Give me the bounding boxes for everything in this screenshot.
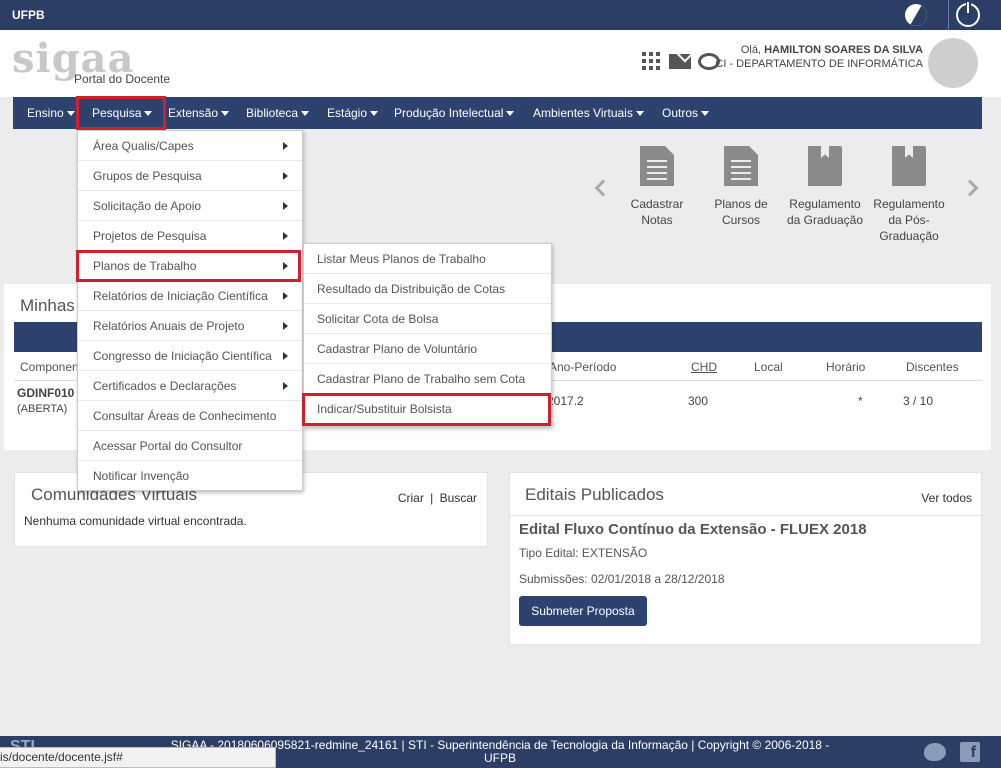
browser-status-bar: is/docente/docente.jsf#: [0, 747, 276, 768]
nav-ensino[interactable]: Ensino: [27, 97, 75, 129]
user-department: CI - DEPARTAMENTO DE INFORMÁTICA: [715, 58, 923, 70]
menu-item-certificados[interactable]: Certificados e Declarações: [78, 371, 302, 401]
menu-item-solicitacao-de-apoio[interactable]: Solicitação de Apoio: [78, 191, 302, 221]
nav-ambientes-virtuais[interactable]: Ambientes Virtuais: [533, 97, 644, 129]
menu-item-consultar-areas[interactable]: Consultar Áreas de Conhecimento: [78, 401, 302, 431]
quick-regulamento-pos-graduacao[interactable]: Regulamento da Pós- Graduação: [869, 146, 949, 244]
turma-discentes: 3 / 10: [903, 394, 934, 408]
col-ano-periodo: Ano-Período: [549, 360, 617, 374]
facebook-icon[interactable]: f: [960, 742, 980, 762]
submenu-item-resultado-distribuicao[interactable]: Resultado da Distribuição de Cotas: [304, 274, 551, 304]
col-discentes: Discentes: [906, 360, 959, 374]
caret-down-icon: [301, 111, 310, 117]
user-greeting: Olá, HAMILTON SOARES DA SILVA CI - DEPAR…: [715, 43, 923, 71]
panel-title: Minhas: [20, 296, 75, 315]
menu-item-congresso-iniciacao[interactable]: Congresso de Iniciação Científica: [78, 341, 302, 371]
top-bar: UFPB: [0, 0, 1001, 30]
document-icon: [724, 146, 758, 186]
menu-item-area-qualis[interactable]: Área Qualis/Capes: [78, 131, 302, 161]
turma-horario: *: [858, 394, 863, 408]
col-horario: Horário: [826, 360, 866, 374]
chevron-right-icon: [283, 172, 288, 180]
col-local: Local: [754, 360, 783, 374]
pesquisa-dropdown: Área Qualis/Capes Grupos de Pesquisa Sol…: [77, 130, 303, 491]
ver-todos-link[interactable]: Ver todos: [921, 491, 972, 505]
avatar[interactable]: [928, 38, 978, 88]
topbar-divider: [948, 0, 949, 30]
document-icon: [640, 146, 674, 186]
chevron-right-icon: [283, 142, 288, 150]
nav-outros[interactable]: Outros: [662, 97, 710, 129]
menu-item-relatorios-anuais[interactable]: Relatórios Anuais de Projeto: [78, 311, 302, 341]
empty-message: Nenhuma comunidade virtual encontrada.: [24, 514, 247, 528]
nav-extensao[interactable]: Extensão: [168, 97, 230, 129]
quick-planos-de-cursos[interactable]: Planos de Cursos: [701, 146, 781, 228]
contrast-toggle-icon[interactable]: [905, 4, 927, 26]
book-icon: [808, 146, 842, 186]
menu-item-notificar-invencao[interactable]: Notificar Invenção: [78, 461, 302, 491]
menu-item-projetos-de-pesquisa[interactable]: Projetos de Pesquisa: [78, 221, 302, 251]
turma-status: (ABERTA): [17, 403, 68, 415]
nav-estagio[interactable]: Estágio: [327, 97, 379, 129]
col-componente: Componen: [20, 360, 79, 374]
submeter-proposta-button[interactable]: Submeter Proposta: [519, 596, 647, 626]
chevron-right-icon: [283, 232, 288, 240]
caret-down-icon: [66, 111, 75, 117]
turma-period: 2017.2: [547, 394, 584, 408]
divider: [510, 515, 981, 516]
carousel-next-icon[interactable]: [961, 179, 979, 197]
chevron-right-icon: [283, 292, 288, 300]
caret-down-icon: [506, 111, 515, 117]
planos-de-trabalho-highlight: [76, 250, 301, 282]
panel-title: Editais Publicados: [525, 485, 664, 504]
menu-item-relatorios-iniciacao[interactable]: Relatórios de Iniciação Científica: [78, 281, 302, 311]
turma-code[interactable]: GDINF010: [17, 386, 74, 400]
nav-biblioteca[interactable]: Biblioteca: [246, 97, 310, 129]
edital-tipo: Tipo Edital: EXTENSÃO: [519, 546, 648, 560]
quick-regulamento-graduacao[interactable]: Regulamento da Graduação: [785, 146, 865, 228]
col-chd[interactable]: CHD: [691, 360, 717, 374]
submenu-item-listar-planos[interactable]: Listar Meus Planos de Trabalho: [304, 244, 551, 274]
carousel-prev-icon[interactable]: [594, 179, 612, 197]
edital-name[interactable]: Edital Fluxo Contínuo da Extensão - FLUE…: [519, 521, 867, 538]
greeting-text: Olá,: [740, 44, 762, 56]
criar-link[interactable]: Criar: [398, 491, 424, 505]
caret-down-icon: [221, 111, 230, 117]
nav-pesquisa-highlight: [76, 96, 166, 130]
nav-producao-intelectual[interactable]: Produção Intelectual: [394, 97, 515, 129]
mail-icon[interactable]: [669, 54, 691, 69]
chevron-right-icon: [283, 322, 288, 330]
turma-chd: 300: [688, 394, 709, 408]
caret-down-icon: [635, 111, 644, 117]
twitter-icon[interactable]: [924, 743, 946, 761]
user-name: HAMILTON SOARES DA SILVA: [764, 44, 923, 56]
edital-submissoes: Submissões: 02/01/2018 a 28/12/2018: [519, 572, 725, 586]
menu-item-grupos-de-pesquisa[interactable]: Grupos de Pesquisa: [78, 161, 302, 191]
apps-grid-icon[interactable]: [642, 52, 660, 70]
comunidades-links: Criar | Buscar: [398, 491, 477, 505]
logout-power-icon[interactable]: [956, 1, 980, 27]
caret-down-icon: [370, 111, 379, 117]
editais-panel: Editais Publicados Ver todos Edital Flux…: [509, 472, 982, 645]
book-icon: [892, 146, 926, 186]
chevron-right-icon: [283, 352, 288, 360]
chevron-right-icon: [283, 202, 288, 210]
buscar-link[interactable]: Buscar: [440, 491, 477, 505]
submenu-item-cadastrar-sem-cota[interactable]: Cadastrar Plano de Trabalho sem Cota: [304, 364, 551, 394]
submenu-item-solicitar-cota[interactable]: Solicitar Cota de Bolsa: [304, 304, 551, 334]
quick-cadastrar-notas[interactable]: Cadastrar Notas: [617, 146, 697, 228]
submenu-item-cadastrar-voluntario[interactable]: Cadastrar Plano de Voluntário: [304, 334, 551, 364]
menu-item-acessar-portal-consultor[interactable]: Acessar Portal do Consultor: [78, 431, 302, 461]
caret-down-icon: [701, 111, 710, 117]
header: sigaa Portal do Docente Olá, HAMILTON SO…: [0, 30, 1001, 97]
chevron-right-icon: [283, 382, 288, 390]
brand-label: UFPB: [12, 8, 45, 22]
link-separator: |: [430, 491, 434, 505]
portal-subtitle: Portal do Docente: [74, 72, 171, 86]
indicar-bolsista-highlight: [302, 393, 551, 426]
